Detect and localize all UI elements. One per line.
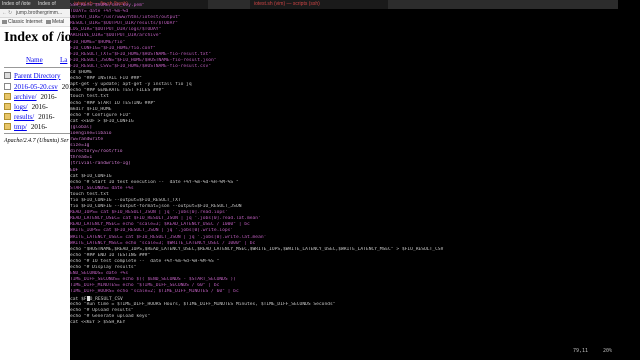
browser-tab-2[interactable]: Index of — [38, 1, 68, 9]
cursor-position: 79,11 — [572, 348, 588, 354]
column-header-name[interactable]: Name — [26, 56, 43, 64]
server-signature: Apache/2.4.7 (Ubuntu) Ser — [4, 138, 69, 144]
modified-date: 2016- — [31, 103, 48, 111]
editor-text[interactable]: SSH_KEY="$HOME/ssh_key.pem" TODAY=`date +… — [70, 3, 618, 326]
list-item: archive/2016- — [4, 93, 57, 103]
parent-directory-link[interactable]: Parent Directory — [14, 72, 60, 80]
modified-date: 2016- — [30, 123, 48, 131]
reload-icon[interactable]: ↻ — [8, 10, 12, 16]
folder-icon — [4, 103, 11, 110]
terminal-window[interactable]: iotest.sh — fio.sh (bash) iotest.sh (vim… — [70, 0, 618, 360]
code-line: cat <<KEY > $SSH_KEY — [70, 319, 126, 325]
list-item: Parent Directory — [4, 72, 60, 82]
column-header-last-modified[interactable]: La — [60, 56, 67, 64]
folder-link[interactable]: logs/ — [14, 103, 28, 111]
list-item: 2016-05-20.csv2016- — [4, 83, 70, 93]
divider — [4, 133, 70, 134]
folder-icon — [4, 113, 11, 120]
scroll-percent: 20% — [602, 348, 612, 354]
folder-link[interactable]: tmp/ — [14, 123, 27, 131]
back-folder-icon — [4, 72, 11, 79]
list-item: logs/2016- — [4, 103, 48, 113]
folder-link[interactable]: archive/ — [14, 93, 37, 101]
file-icon — [4, 83, 11, 90]
browser-tab-1[interactable]: Index of /iote — [2, 1, 36, 9]
file-link[interactable]: 2016-05-20.csv — [14, 83, 58, 91]
bookmarks-bar: Classic Internet Metal — [0, 18, 70, 27]
folder-icon — [46, 19, 51, 24]
folder-icon — [4, 123, 11, 130]
browser-window: Index of /iote Index of ← ↻ jump.brother… — [0, 0, 70, 360]
browser-tab-bar: Index of /iote Index of — [0, 0, 70, 9]
right-margin — [618, 0, 640, 360]
page-title: Index of /iote — [4, 30, 70, 45]
divider — [4, 67, 70, 68]
vim-status-line: 79,11 20% — [70, 347, 618, 355]
text-cursor — [86, 295, 90, 301]
folder-icon — [4, 93, 11, 100]
folder-icon — [2, 19, 7, 24]
bookmark-classic-internet[interactable]: Classic Internet — [2, 19, 42, 25]
url-text[interactable]: jump.brothergrimm... — [16, 10, 62, 16]
bookmark-metal[interactable]: Metal — [46, 19, 64, 25]
list-item: tmp/2016- — [4, 123, 47, 133]
address-bar[interactable]: ← ↻ jump.brothergrimm... — [0, 9, 70, 18]
modified-date: 2016- — [40, 93, 57, 101]
folder-link[interactable]: results/ — [14, 113, 34, 121]
modified-date: 2016- — [38, 113, 55, 121]
back-icon[interactable]: ← — [2, 10, 7, 16]
modified-date: 2016- — [61, 83, 70, 91]
list-item: results/2016- — [4, 113, 55, 123]
